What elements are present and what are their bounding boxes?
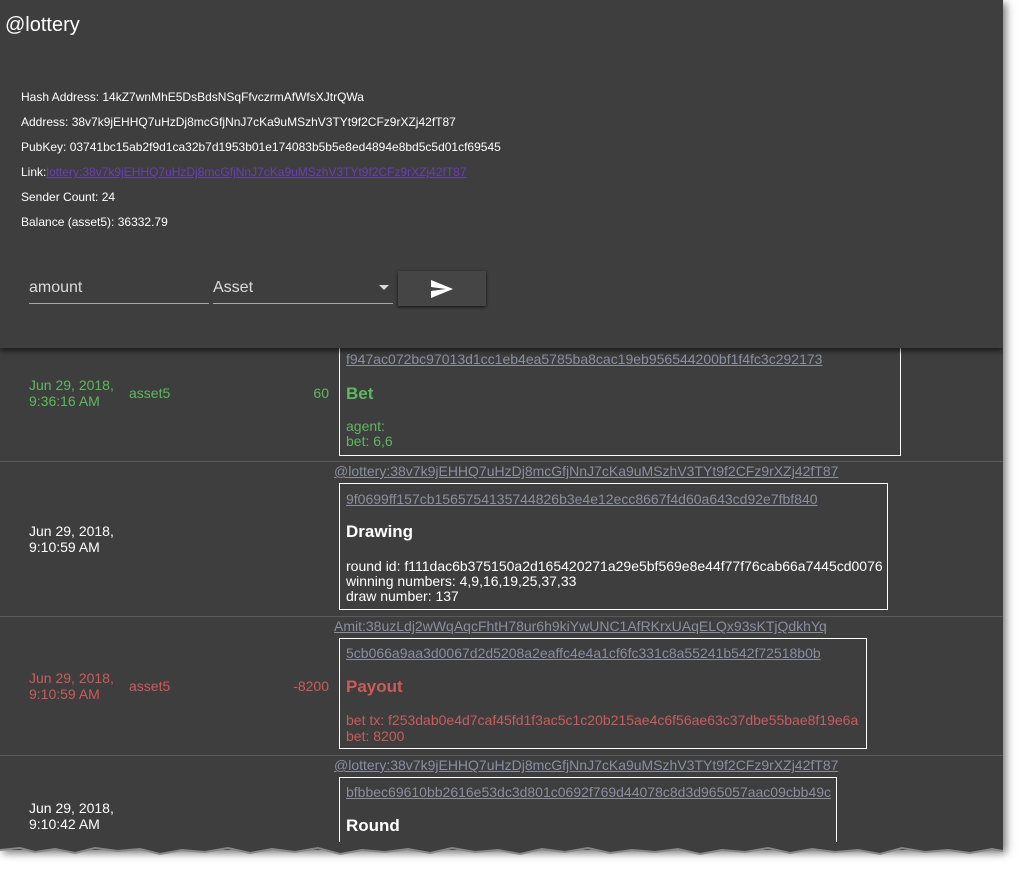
table-row[interactable]: @lottery:38v7k9jEHHQ7uHzDj8mcGfjNnJ7cKa9… — [0, 756, 1003, 850]
torn-edge — [0, 842, 1010, 874]
tx-date: Jun 29, 2018, 9:10:59 AM — [29, 523, 114, 555]
tx-detail: bet tx: f253dab0e4d7caf45fd1f3ac5c1c20b2… — [346, 712, 859, 728]
tx-detail: bet: 6,6 — [346, 433, 393, 449]
tx-id-link[interactable]: 9f0699ff157cb1565754135744826b3e4e12ecc8… — [346, 491, 818, 507]
table-row[interactable]: @lottery:38v7k9jEHHQ7uHzDj8mcGfjNnJ7cKa9… — [0, 462, 1003, 617]
tx-date: Jun 29, 2018, 9:10:59 AM — [29, 670, 114, 702]
tx-type: Round — [346, 816, 400, 835]
tx-detail: bet: 8200 — [346, 728, 405, 744]
asset-placeholder: Asset — [213, 279, 254, 296]
tx-asset: asset5 — [129, 385, 171, 401]
tx-card: 9f0699ff157cb1565754135744826b3e4e12ecc8… — [339, 483, 888, 610]
tx-date-line1: Jun 29, 2018, — [29, 377, 114, 393]
tx-amount: 60 — [313, 385, 329, 401]
tx-sender-link[interactable]: @lottery:38v7k9jEHHQ7uHzDj8mcGfjNnJ7cKa9… — [334, 757, 838, 773]
amount-placeholder: amount — [29, 279, 83, 296]
tx-card: bfbbec69610bb2616e53dc3d801c0692f769d440… — [339, 777, 837, 850]
tx-asset: asset5 — [129, 678, 171, 694]
tx-sender-link[interactable]: Amit:38uzLdj2wWqAqcFhtH78ur6h9kiYwUNC1Af… — [334, 618, 827, 634]
tx-id-link[interactable]: f947ac072bc97013d1cc1eb4ea5785ba8cac19eb… — [346, 351, 822, 367]
send-button[interactable] — [398, 271, 486, 306]
tx-date-line1: Jun 29, 2018, — [29, 670, 114, 686]
app-window: Jun 29, 2018, 9:36:16 AM asset5 60 f947a… — [0, 0, 1003, 850]
tx-detail: agent: — [346, 418, 385, 434]
tx-date-line2: 9:10:42 AM — [29, 816, 100, 832]
tx-date-line1: Jun 29, 2018, — [29, 800, 114, 816]
account-header: @lottery Hash Address: 14kZ7wnMhE5DsBdsN… — [0, 0, 1003, 348]
link-label: Link: — [21, 165, 47, 179]
balance: Balance (asset5): 36332.79 — [21, 215, 168, 229]
tx-detail: round id: f111dac6b375150a2d165420271a29… — [346, 558, 883, 574]
address: Address: 38v7k9jEHHQ7uHzDj8mcGfjNnJ7cKa9… — [21, 115, 456, 129]
page-title: @lottery — [5, 14, 80, 36]
tx-sender-link[interactable]: @lottery:38v7k9jEHHQ7uHzDj8mcGfjNnJ7cKa9… — [334, 463, 838, 479]
tx-type: Drawing — [346, 522, 414, 541]
tx-date-line2: 9:10:59 AM — [29, 686, 100, 702]
tx-type: Bet — [346, 384, 374, 403]
hash-address: Hash Address: 14kZ7wnMhE5DsBdsNSqFfvczrm… — [21, 90, 364, 104]
torn-edge-graphic — [0, 842, 1004, 856]
tx-type: Payout — [346, 677, 403, 696]
tx-detail: winning numbers: 4,9,16,19,25,37,33 — [346, 573, 577, 589]
tx-card: f947ac072bc97013d1cc1eb4ea5785ba8cac19eb… — [339, 338, 901, 456]
tx-date: Jun 29, 2018, 9:10:42 AM — [29, 800, 114, 832]
link-row: Link:lottery:38v7k9jEHHQ7uHzDj8mcGfjNnJ7… — [21, 165, 467, 179]
pubkey: PubKey: 03741bc15ab2f9d1ca32b7d1953b01e1… — [21, 140, 501, 154]
tx-id-link[interactable]: bfbbec69610bb2616e53dc3d801c0692f769d440… — [346, 784, 831, 800]
tx-date-line2: 9:36:16 AM — [29, 393, 100, 409]
table-row[interactable]: Amit:38uzLdj2wWqAqcFhtH78ur6h9kiYwUNC1Af… — [0, 617, 1003, 756]
sender-count: Sender Count: 24 — [21, 190, 116, 204]
chevron-down-icon — [379, 285, 389, 290]
tx-amount: -8200 — [293, 678, 329, 694]
tx-detail: draw number: 137 — [346, 588, 459, 604]
asset-select[interactable]: Asset — [213, 272, 393, 304]
tx-id-link[interactable]: 5cb066a9aa3d0067d2d5208a2eaffc4e4a1cf6fc… — [346, 645, 821, 661]
tx-date-line2: 9:10:59 AM — [29, 539, 100, 555]
tx-date: Jun 29, 2018, 9:36:16 AM — [29, 377, 114, 409]
tx-date-line1: Jun 29, 2018, — [29, 523, 114, 539]
send-icon — [431, 279, 453, 298]
account-link[interactable]: lottery:38v7k9jEHHQ7uHzDj8mcGfjNnJ7cKa9u… — [46, 165, 466, 179]
tx-card: 5cb066a9aa3d0067d2d5208a2eaffc4e4a1cf6fc… — [339, 638, 867, 749]
amount-input[interactable]: amount — [29, 272, 209, 304]
